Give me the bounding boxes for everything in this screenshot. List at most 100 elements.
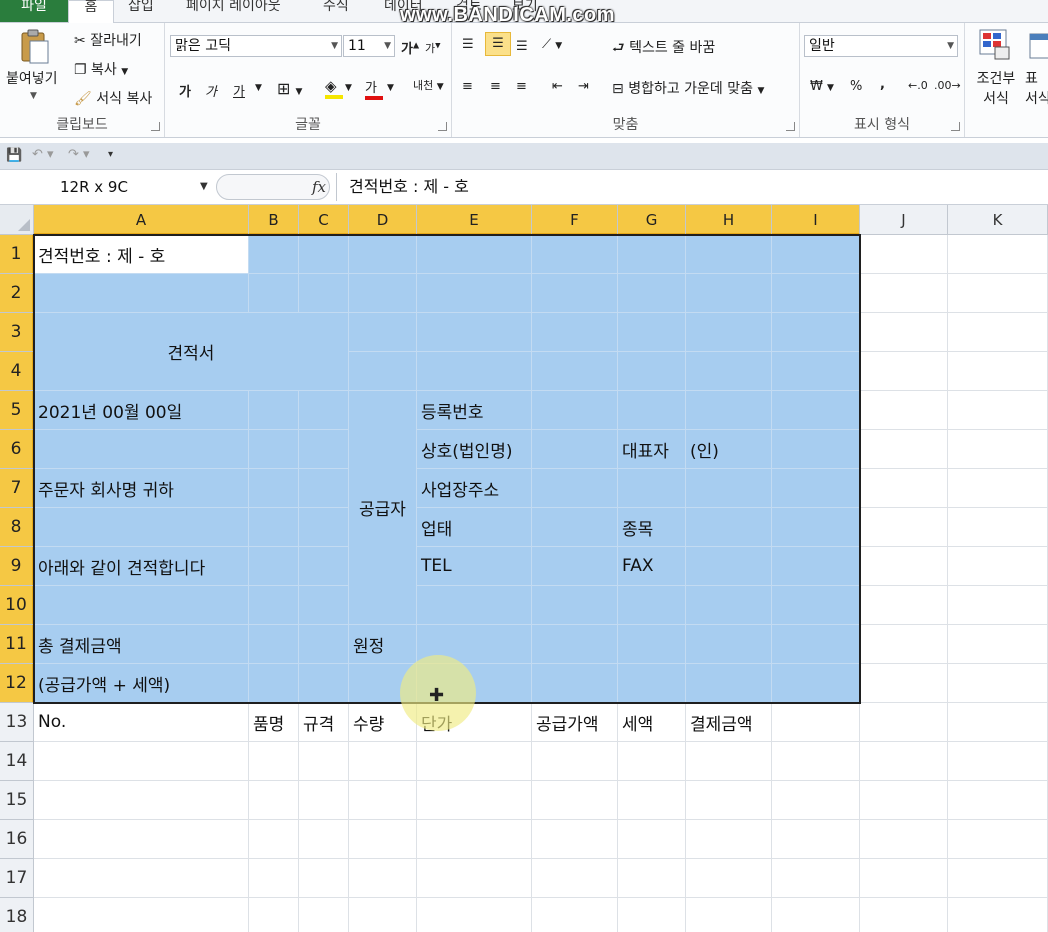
- cell-k8[interactable]: [948, 508, 1048, 547]
- cell-k3[interactable]: [948, 313, 1048, 352]
- italic-button[interactable]: 가: [205, 81, 217, 100]
- cell-g9[interactable]: FAX: [618, 547, 686, 586]
- column-header-d[interactable]: D: [349, 205, 417, 235]
- column-header-e[interactable]: E: [417, 205, 532, 235]
- chevron-down-icon[interactable]: ▼: [200, 174, 208, 200]
- row-header-18[interactable]: 18: [0, 898, 34, 932]
- cell-k11[interactable]: [948, 625, 1048, 664]
- cell-j11[interactable]: [860, 625, 948, 664]
- row-header-3[interactable]: 3: [0, 313, 34, 352]
- paste-icon[interactable]: [18, 29, 50, 69]
- cell-g3[interactable]: [618, 313, 686, 352]
- cell-b6[interactable]: [249, 430, 299, 469]
- cell-a10[interactable]: [34, 586, 249, 625]
- cell-k7[interactable]: [948, 469, 1048, 508]
- cell-h2[interactable]: [686, 274, 772, 313]
- row-header-14[interactable]: 14: [0, 742, 34, 781]
- cell-c12[interactable]: [299, 664, 349, 703]
- column-header-f[interactable]: F: [532, 205, 618, 235]
- cell-i13[interactable]: [772, 703, 860, 742]
- row-header-1[interactable]: 1: [0, 235, 34, 274]
- cell-c16[interactable]: [299, 820, 349, 859]
- number-launcher-icon[interactable]: [951, 122, 960, 131]
- cell-e3[interactable]: [417, 313, 532, 352]
- orientation-icon[interactable]: ⟋ ▼: [542, 37, 562, 52]
- cell-k17[interactable]: [948, 859, 1048, 898]
- cell-i12[interactable]: [772, 664, 860, 703]
- cell-a16[interactable]: [34, 820, 249, 859]
- row-header-13[interactable]: 13: [0, 703, 34, 742]
- cell-h14[interactable]: [686, 742, 772, 781]
- cell-d17[interactable]: [349, 859, 417, 898]
- cell-g17[interactable]: [618, 859, 686, 898]
- cell-a8[interactable]: [34, 508, 249, 547]
- cell-f13[interactable]: 공급가액: [532, 703, 618, 742]
- cell-c6[interactable]: [299, 430, 349, 469]
- align-left-icon[interactable]: ≡: [462, 79, 473, 94]
- cell-i8[interactable]: [772, 508, 860, 547]
- cell-h12[interactable]: [686, 664, 772, 703]
- cell-j5[interactable]: [860, 391, 948, 430]
- cell-d4[interactable]: [349, 352, 417, 391]
- cell-i14[interactable]: [772, 742, 860, 781]
- cell-j18[interactable]: [860, 898, 948, 932]
- cell-b17[interactable]: [249, 859, 299, 898]
- cell-a12[interactable]: (공급가액 + 세액): [34, 664, 249, 703]
- cell-f4[interactable]: [532, 352, 618, 391]
- cell-a9[interactable]: 아래와 같이 견적합니다: [34, 547, 249, 586]
- font-color-icon[interactable]: 가: [365, 77, 383, 100]
- cell-g10[interactable]: [618, 586, 686, 625]
- cell-g1[interactable]: [618, 235, 686, 274]
- cell-k15[interactable]: [948, 781, 1048, 820]
- cell-i15[interactable]: [772, 781, 860, 820]
- cell-i16[interactable]: [772, 820, 860, 859]
- cell-d3[interactable]: [349, 313, 417, 352]
- paste-button[interactable]: 붙여넣기: [6, 68, 58, 88]
- formula-input[interactable]: 견적번호 : 제 - 호: [336, 173, 1048, 201]
- conditional-format-icon[interactable]: [979, 29, 1011, 65]
- cell-f15[interactable]: [532, 781, 618, 820]
- cell-c14[interactable]: [299, 742, 349, 781]
- cell-j8[interactable]: [860, 508, 948, 547]
- cell-h1[interactable]: [686, 235, 772, 274]
- shrink-font-button[interactable]: 가▼: [425, 40, 441, 56]
- cell-j2[interactable]: [860, 274, 948, 313]
- table-format-icon[interactable]: [1029, 33, 1048, 65]
- cell-f8[interactable]: [532, 508, 618, 547]
- cell-h18[interactable]: [686, 898, 772, 932]
- cell-f7[interactable]: [532, 469, 618, 508]
- cell-d15[interactable]: [349, 781, 417, 820]
- worksheet-grid[interactable]: ABCDEFGHIJK 1 2 3 4 5 6 7 8 9 10 11 12 13 14 15 16 17 18 …: [0, 205, 1048, 932]
- cell-c11[interactable]: [299, 625, 349, 664]
- tab-home[interactable]: 홈: [68, 0, 114, 23]
- font-launcher-icon[interactable]: [438, 122, 447, 131]
- font-name-select[interactable]: 맑은 고딕 ▼: [170, 35, 342, 57]
- format-painter-button[interactable]: 🖌 서식 복사: [74, 88, 152, 108]
- align-middle-icon[interactable]: ☰: [485, 32, 511, 56]
- cell-f11[interactable]: [532, 625, 618, 664]
- cell-g7[interactable]: [618, 469, 686, 508]
- cell-a13[interactable]: No.: [34, 703, 249, 742]
- cell-b18[interactable]: [249, 898, 299, 932]
- cell-j6[interactable]: [860, 430, 948, 469]
- cell-f17[interactable]: [532, 859, 618, 898]
- cell-d16[interactable]: [349, 820, 417, 859]
- cell-e5[interactable]: 등록번호: [417, 391, 532, 430]
- cell-b16[interactable]: [249, 820, 299, 859]
- bold-button[interactable]: 가: [179, 81, 191, 100]
- cell-c10[interactable]: [299, 586, 349, 625]
- conditional-format-button[interactable]: 조건부 서식: [969, 69, 1023, 109]
- cell-b13[interactable]: 품명: [249, 703, 299, 742]
- cell-e6[interactable]: 상호(법인명): [417, 430, 532, 469]
- cell-j7[interactable]: [860, 469, 948, 508]
- cell-k1[interactable]: [948, 235, 1048, 274]
- cell-b14[interactable]: [249, 742, 299, 781]
- cell-c5[interactable]: [299, 391, 349, 430]
- cell-e9[interactable]: TEL: [417, 547, 532, 586]
- cell-j4[interactable]: [860, 352, 948, 391]
- row-header-7[interactable]: 7: [0, 469, 34, 508]
- row-header-10[interactable]: 10: [0, 586, 34, 625]
- tab-insert[interactable]: 삽입: [128, 0, 154, 22]
- cell-e18[interactable]: [417, 898, 532, 932]
- cell-k18[interactable]: [948, 898, 1048, 932]
